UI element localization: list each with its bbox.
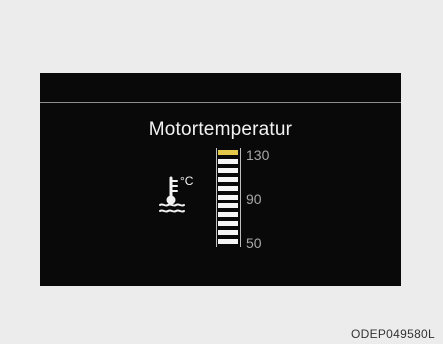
figure-page: Motortemperatur °C 130 90 50 ODEP049580L (0, 0, 443, 344)
engine-temperature-gauge (216, 148, 242, 247)
gauge-frame-left (216, 148, 217, 247)
gauge-label-50: 50 (246, 235, 262, 251)
gauge-segment (218, 185, 238, 191)
gauge-segment (218, 212, 238, 218)
display-title: Motortemperatur (148, 119, 293, 140)
gauge-segment (218, 150, 238, 155)
gauge-label-90: 90 (246, 191, 262, 207)
gauge-segment (218, 230, 238, 236)
instrument-display: Motortemperatur °C 130 90 50 (40, 73, 401, 286)
figure-code: ODEP049580L (350, 327, 435, 341)
gauge-segment (218, 239, 238, 244)
gauge-label-130: 130 (246, 147, 270, 163)
coolant-temperature-icon: °C (159, 174, 204, 217)
gauge-segment (218, 203, 238, 209)
gauge-segment (218, 158, 238, 164)
gauge-segment (218, 194, 238, 200)
gauge-frame-right (240, 148, 241, 247)
gauge-segment (218, 176, 238, 182)
coolant-unit-label: °C (180, 174, 194, 188)
gauge-segment (218, 221, 238, 227)
gauge-segment (218, 167, 238, 173)
display-divider (40, 102, 401, 103)
